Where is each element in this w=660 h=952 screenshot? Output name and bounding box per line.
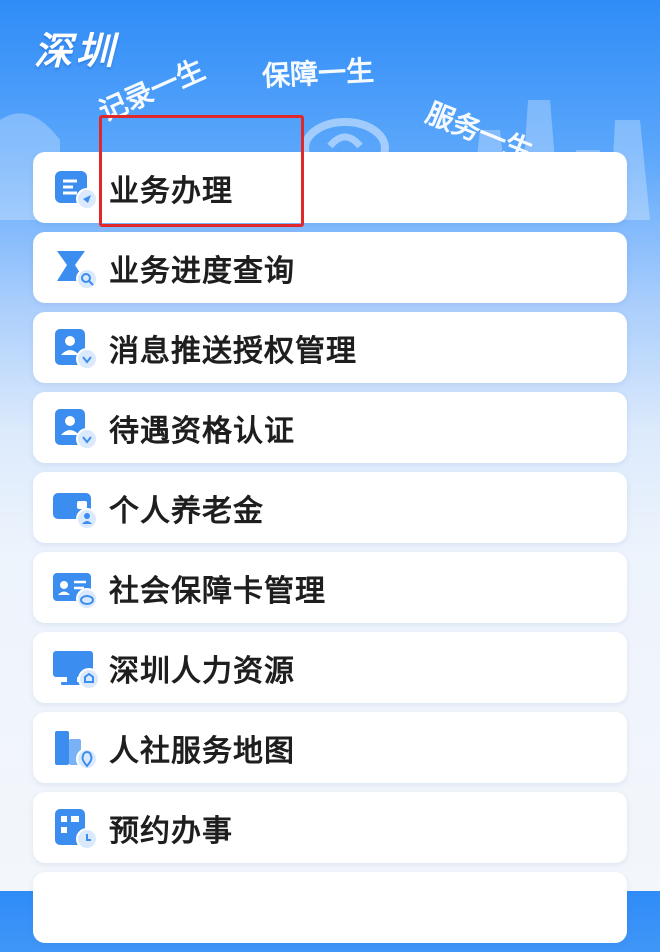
menu-item-personal-pension[interactable]: 个人养老金 bbox=[33, 472, 627, 543]
menu-item-business-handling[interactable]: 业务办理 bbox=[33, 152, 627, 223]
menu-item-qualification-cert[interactable]: 待遇资格认证 bbox=[33, 392, 627, 463]
appointment-icon bbox=[51, 807, 105, 849]
slogan-protect: 保障一生 bbox=[261, 54, 375, 93]
map-building-icon bbox=[51, 727, 105, 769]
menu-item-shenzhen-hr[interactable]: 深圳人力资源 bbox=[33, 632, 627, 703]
menu-item-message-auth[interactable]: 消息推送授权管理 bbox=[33, 312, 627, 383]
business-handling-icon bbox=[51, 167, 105, 209]
menu-label: 深圳人力资源 bbox=[109, 653, 295, 689]
menu-item-progress-query[interactable]: 业务进度查询 bbox=[33, 232, 627, 303]
social-security-card-icon bbox=[51, 567, 105, 609]
menu-label: 预约办事 bbox=[109, 813, 233, 849]
menu-label: 业务办理 bbox=[109, 173, 233, 209]
menu-label: 社会保障卡管理 bbox=[109, 573, 326, 609]
menu-label: 人社服务地图 bbox=[109, 733, 295, 769]
qualification-cert-icon bbox=[51, 407, 105, 449]
menu-label: 消息推送授权管理 bbox=[109, 333, 357, 369]
message-auth-icon bbox=[51, 327, 105, 369]
menu-item-social-security-card[interactable]: 社会保障卡管理 bbox=[33, 552, 627, 623]
menu-label: 个人养老金 bbox=[109, 493, 264, 529]
computer-icon bbox=[51, 647, 105, 689]
menu-label: 业务进度查询 bbox=[109, 253, 295, 289]
menu-label: 待遇资格认证 bbox=[109, 413, 295, 449]
menu-item-appointment[interactable]: 预约办事 bbox=[33, 792, 627, 863]
progress-query-icon bbox=[51, 247, 105, 289]
menu-item-service-map[interactable]: 人社服务地图 bbox=[33, 712, 627, 783]
menu-item-partial[interactable] bbox=[33, 872, 627, 943]
city-title: 深圳 bbox=[34, 29, 119, 73]
service-menu: 业务办理 业务进度查询 消息推送授权管理 待遇资格认证 个人养老金 社会保障卡管… bbox=[33, 152, 627, 952]
pension-card-icon bbox=[51, 487, 105, 529]
